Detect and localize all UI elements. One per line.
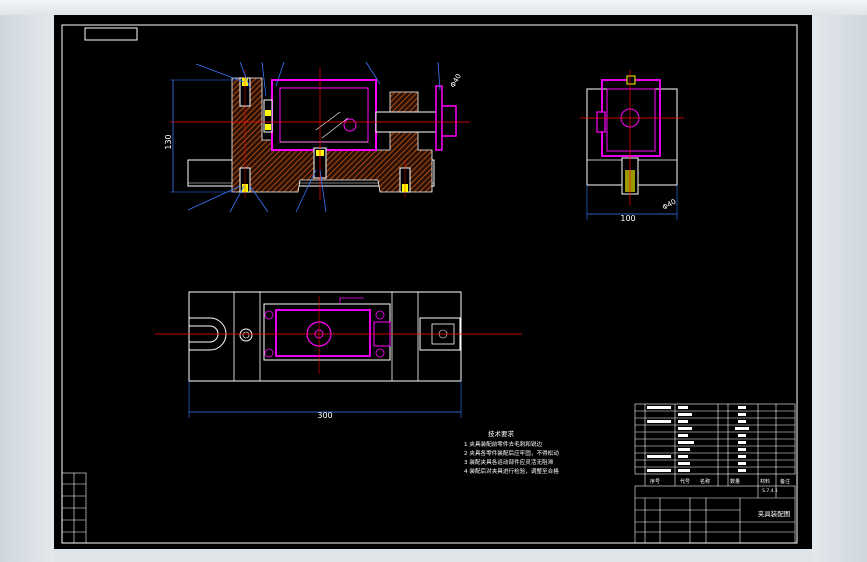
bom-header-cell: 代号	[680, 478, 690, 485]
drawing-title: 夹具装配图	[758, 509, 791, 518]
front-height-dimension: 130	[164, 134, 173, 149]
revision-block	[61, 472, 87, 544]
technical-requirements: 技术要求 1 夹具装配前零件去毛刺和锐边 2 夹具各零件装配后应牢固，不得松动 …	[464, 429, 559, 475]
tech-req-item: 2 夹具各零件装配后应牢固，不得松动	[464, 449, 559, 457]
top-width-dimension: 300	[317, 411, 332, 420]
front-view: 130 Φ40	[164, 61, 470, 213]
bom-header-cell: 数量	[730, 478, 740, 485]
bom-header-cell: 名称	[700, 478, 710, 485]
bom-header-cell: 备注	[780, 478, 790, 485]
tech-req-item: 4 装配后对夹具进行检验，调整至合格	[464, 467, 559, 475]
bom-header-cell: 材料	[760, 478, 770, 485]
scale-code: S.7.4.1	[762, 488, 778, 494]
front-shaft-dimension: Φ40	[449, 73, 463, 89]
left-panel	[0, 15, 54, 562]
tech-req-item: 1 夹具装配前零件去毛刺和锐边	[464, 440, 542, 448]
bom-header-cell: 序号	[650, 478, 660, 485]
title-bar	[0, 0, 867, 16]
tech-req-item: 3 装配夹具各运动部件应灵活无阻滞	[464, 458, 554, 466]
top-view: 300	[155, 291, 522, 420]
drawing-canvas[interactable]: 130 Φ40 100 Φ40 300 技术要求 1 夹具装配前零件去毛刺和锐边…	[54, 15, 812, 549]
status-strip	[54, 549, 812, 562]
side-view: 100 Φ40	[580, 70, 684, 223]
drawing-code-box	[84, 27, 138, 41]
outer-frame	[61, 24, 798, 544]
side-shaft-dimension: Φ40	[661, 198, 677, 212]
right-panel	[812, 15, 867, 562]
bom-header: 序号 代号 名称 数量 材料 备注	[650, 478, 790, 485]
cad-window: 130 Φ40 100 Φ40 300 技术要求 1 夹具装配前零件去毛刺和锐边…	[0, 0, 867, 562]
tech-req-heading: 技术要求	[488, 429, 515, 438]
bom-table	[634, 403, 796, 486]
side-width-dimension: 100	[620, 214, 635, 223]
drawing-svg: 130 Φ40 100 Φ40 300 技术要求 1 夹具装配前零件去毛刺和锐边…	[61, 24, 798, 544]
